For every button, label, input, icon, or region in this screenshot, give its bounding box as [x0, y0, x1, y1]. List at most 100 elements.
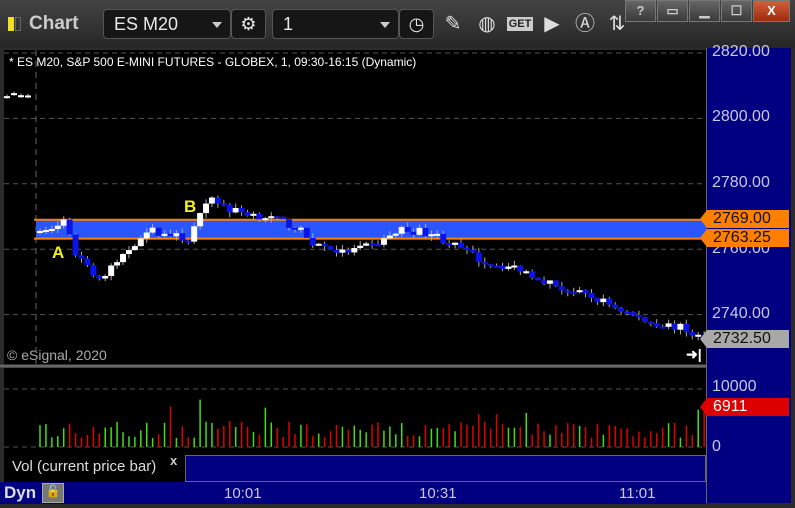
candle [315, 243, 322, 246]
candle [131, 246, 138, 251]
candle [78, 255, 85, 259]
candle [161, 233, 168, 236]
candle [11, 93, 17, 96]
candle [541, 280, 548, 284]
candle [280, 216, 287, 220]
candle [18, 95, 24, 98]
candle [647, 321, 654, 324]
candle [303, 227, 310, 238]
candle [60, 219, 67, 226]
candle [286, 219, 293, 228]
candle [380, 238, 387, 245]
candle [624, 311, 631, 314]
candle [327, 246, 334, 251]
candle [185, 240, 192, 243]
candle [440, 233, 447, 244]
candle [505, 266, 512, 269]
candle [72, 234, 79, 256]
candle [446, 243, 453, 246]
candle [244, 212, 251, 216]
candle [375, 244, 382, 247]
candle [511, 265, 518, 268]
candle [392, 233, 399, 236]
candle [523, 271, 530, 274]
candle [428, 234, 435, 237]
candle [612, 304, 619, 309]
candle [208, 197, 215, 204]
zone-low-tag: 2763.25 [700, 229, 789, 247]
candle [54, 225, 61, 229]
candle [48, 228, 55, 231]
candle [108, 265, 115, 276]
volume-current-tag: 6911 [700, 398, 789, 416]
candle [458, 242, 465, 248]
candle [434, 233, 441, 236]
candle [357, 245, 364, 249]
candle [363, 243, 370, 246]
candle [398, 226, 405, 234]
candle [653, 323, 660, 327]
candle [517, 265, 524, 272]
candle [232, 208, 239, 213]
candle [493, 265, 500, 268]
candle [114, 262, 121, 266]
candle [191, 226, 198, 242]
candle [588, 292, 595, 299]
candle [84, 258, 91, 266]
candle [499, 265, 506, 269]
candle [137, 238, 144, 247]
candle [386, 235, 393, 239]
candle [256, 213, 263, 220]
candle [481, 262, 488, 265]
candle [333, 250, 340, 253]
candle [66, 219, 73, 235]
candle [167, 233, 174, 237]
candle [345, 249, 352, 253]
price-zone [36, 219, 706, 239]
candle [410, 231, 417, 235]
candle [683, 323, 690, 333]
candle [641, 317, 648, 322]
candle [25, 95, 31, 98]
candle [179, 233, 186, 241]
candle [416, 227, 423, 235]
candle [268, 216, 275, 219]
candle [226, 204, 233, 213]
volume-tick: 0 [712, 438, 721, 455]
candle [570, 291, 577, 294]
candle [564, 290, 571, 293]
candle [558, 286, 565, 291]
candle [173, 233, 180, 237]
candle [274, 216, 281, 219]
candle [677, 323, 684, 330]
candle [582, 290, 589, 293]
candle [594, 298, 601, 303]
candle [291, 227, 298, 230]
scroll-to-end-icon[interactable]: ➜| [686, 346, 702, 363]
candle [339, 249, 346, 253]
candle [452, 242, 459, 245]
candle [600, 298, 607, 303]
candle [535, 277, 542, 281]
candle [262, 218, 269, 221]
candle [529, 271, 536, 278]
candle [203, 203, 210, 214]
candle [143, 232, 150, 239]
candle [659, 326, 666, 329]
marker-b: B [184, 197, 197, 216]
candle [487, 264, 494, 267]
candle [238, 208, 245, 213]
candle [552, 280, 559, 287]
candle [42, 230, 49, 233]
candle [214, 197, 221, 204]
candle [37, 230, 43, 233]
candle [90, 265, 97, 276]
candle [671, 323, 678, 330]
candle [635, 314, 642, 318]
volume-tick: 10000 [712, 378, 757, 395]
candle [618, 308, 625, 312]
candle [125, 250, 132, 255]
candle [220, 203, 227, 206]
candle [155, 227, 162, 236]
candle [297, 227, 304, 230]
